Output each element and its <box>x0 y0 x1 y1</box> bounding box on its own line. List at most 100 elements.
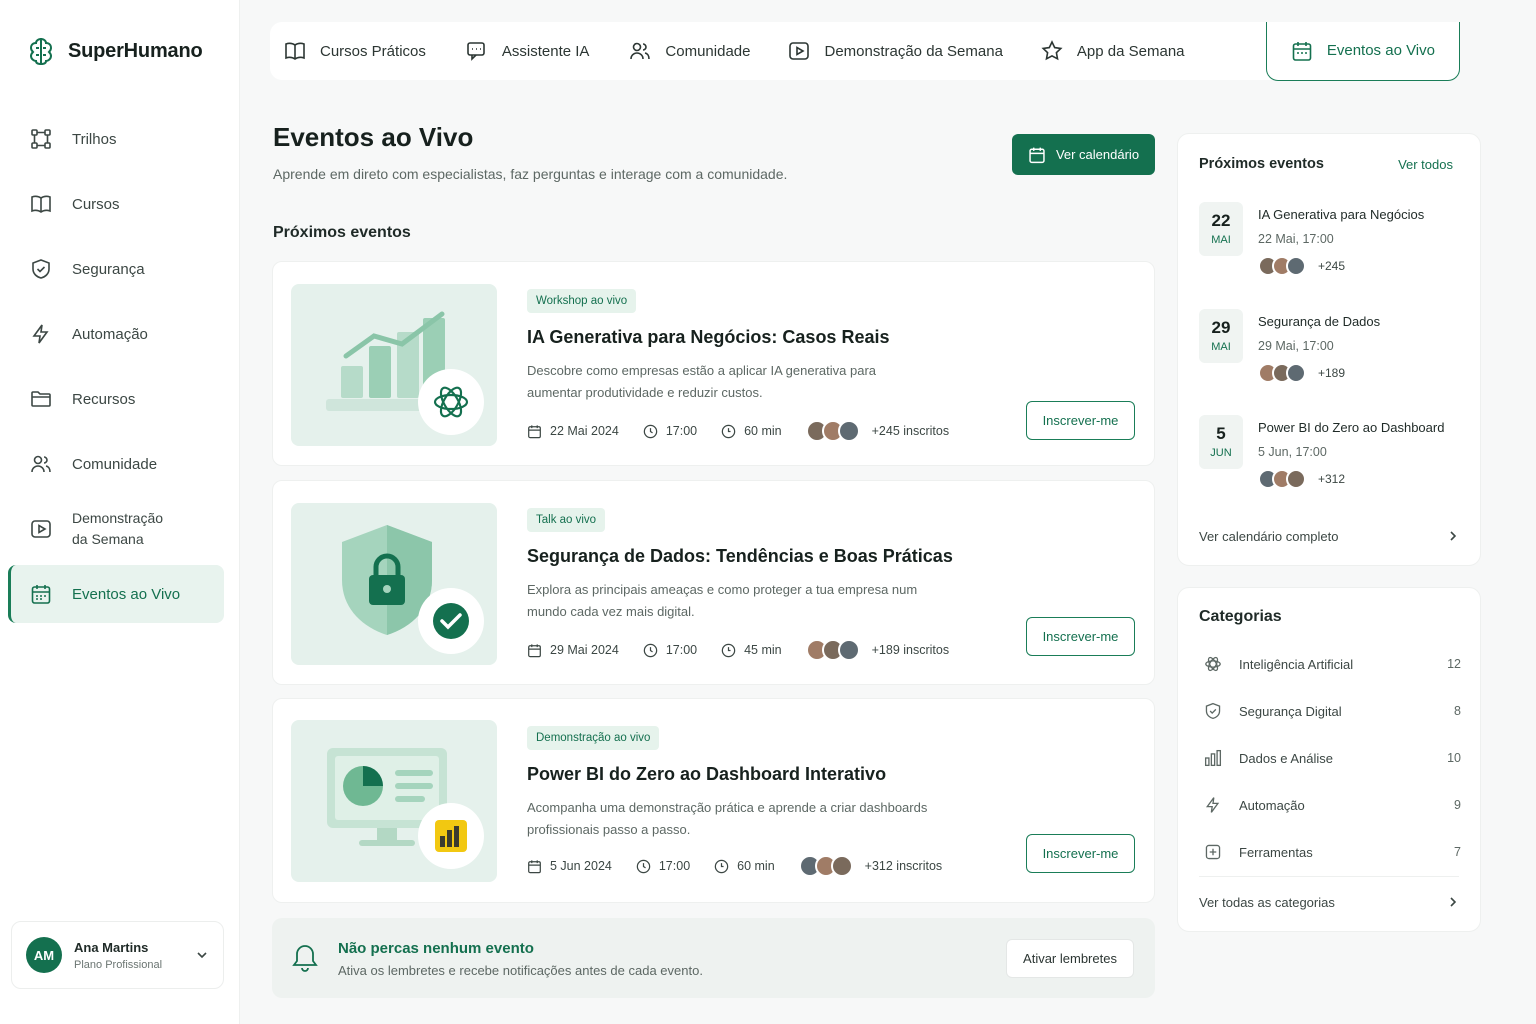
panel-title: Categorias <box>1199 608 1282 625</box>
event-time-text: 17:00 <box>665 643 698 657</box>
brand-logo[interactable]: SuperHumano <box>26 36 203 66</box>
bell-icon <box>292 943 318 973</box>
category-count: 7 <box>1454 845 1461 859</box>
sidebar-item-seguranca[interactable]: Segurança <box>8 240 224 298</box>
event-duration-text: 60 min <box>737 859 775 873</box>
category-item[interactable]: Inteligência Artificial 12 <box>1199 652 1461 676</box>
sidebar-item-demonstracao[interactable]: Demonstração da Semana <box>8 500 224 558</box>
category-name: Segurança Digital <box>1239 703 1342 719</box>
sidebar: SuperHumano Trilhos Cursos Segurança Aut… <box>0 0 240 1024</box>
bolt-icon <box>1199 796 1227 814</box>
attendee-avatars <box>1258 363 1306 383</box>
avatar <box>837 639 860 661</box>
category-item[interactable]: Dados e Análise 10 <box>1199 746 1461 770</box>
attendee-count: +245 <box>1318 259 1346 273</box>
category-item[interactable]: Segurança Digital 8 <box>1199 699 1461 723</box>
event-attendees: +189 inscritos <box>871 643 950 657</box>
view-all-link[interactable]: Ver todos <box>1398 157 1453 172</box>
event-date-text: 22 Mai 2024 <box>550 424 619 438</box>
sidebar-item-label: Automação <box>72 325 148 343</box>
event-duration-text: 45 min <box>744 643 782 657</box>
user-menu[interactable]: AM Ana Martins Plano Profissional <box>11 921 224 989</box>
date-month: MAI <box>1211 341 1231 353</box>
calendar-icon <box>1291 40 1313 62</box>
chevron-right-icon <box>1447 896 1459 908</box>
event-duration: 45 min <box>721 643 782 658</box>
upcoming-event-datetime: 5 Jun, 17:00 <box>1258 445 1327 459</box>
event-title[interactable]: Power BI do Zero ao Dashboard Interativo <box>527 764 886 785</box>
category-item[interactable]: Automação 9 <box>1199 793 1461 817</box>
sidebar-item-trilhos[interactable]: Trilhos <box>8 110 224 168</box>
attendee-avatars <box>805 420 860 442</box>
calendar-icon <box>527 424 542 439</box>
event-card[interactable]: Workshop ao vivo IA Generativa para Negó… <box>272 261 1155 466</box>
sidebar-item-eventos[interactable]: Eventos ao Vivo <box>8 565 224 623</box>
category-count: 9 <box>1454 798 1461 812</box>
avatar <box>830 855 853 877</box>
date-badge: 5 JUN <box>1199 415 1243 469</box>
event-thumbnail <box>291 503 497 665</box>
upcoming-event-title: Segurança de Dados <box>1258 314 1381 329</box>
upcoming-event-datetime: 22 Mai, 17:00 <box>1258 232 1334 246</box>
view-calendar-label: Ver calendário <box>1055 147 1140 162</box>
sidebar-item-automacao[interactable]: Automação <box>8 305 224 363</box>
sidebar-item-cursos[interactable]: Cursos <box>8 175 224 233</box>
tab-comunidade[interactable]: Comunidade <box>615 22 764 80</box>
avatar <box>1286 469 1306 489</box>
category-item[interactable]: Ferramentas 7 <box>1199 840 1461 864</box>
full-calendar-link[interactable]: Ver calendário completo <box>1199 525 1459 547</box>
tab-label: Demonstração da Semana <box>824 42 1003 60</box>
chevron-down-icon[interactable] <box>195 948 209 962</box>
tab-assistente-ia[interactable]: Assistente IA <box>452 22 604 80</box>
full-calendar-label: Ver calendário completo <box>1199 528 1339 544</box>
event-date-text: 5 Jun 2024 <box>550 859 612 873</box>
tab-label: Cursos Práticos <box>320 42 426 60</box>
sidebar-item-label: Comunidade <box>72 455 158 473</box>
tab-cursos-praticos[interactable]: Cursos Práticos <box>270 22 440 80</box>
event-card[interactable]: Talk ao vivo Segurança de Dados: Tendênc… <box>272 480 1155 685</box>
event-title[interactable]: IA Generativa para Negócios: Casos Reais <box>527 327 889 348</box>
tab-eventos-ao-vivo[interactable]: Eventos ao Vivo <box>1265 21 1460 81</box>
avatar <box>1286 256 1306 276</box>
event-attendees: +312 inscritos <box>864 859 943 873</box>
event-time: 17:00 <box>643 643 697 658</box>
bar-chart-icon <box>1199 749 1227 767</box>
all-categories-link[interactable]: Ver todas as categorias <box>1199 891 1459 913</box>
event-title[interactable]: Segurança de Dados: Tendências e Boas Pr… <box>527 546 953 567</box>
calendar-icon <box>527 643 542 658</box>
event-description: Acompanha uma demonstração prática e apr… <box>527 800 928 837</box>
calendar-icon <box>527 859 542 874</box>
shield-icon <box>30 258 52 280</box>
attendee-avatars <box>1258 256 1306 276</box>
event-duration: 60 min <box>721 424 782 439</box>
calendar-icon <box>1028 146 1046 164</box>
event-date: 5 Jun 2024 <box>527 859 612 874</box>
tab-app-semana[interactable]: App da Semana <box>1027 22 1199 80</box>
subscribe-button[interactable]: Inscrever-me <box>1026 617 1135 656</box>
monitor-powerbi-icon <box>291 720 497 882</box>
attendee-avatars <box>798 855 853 877</box>
timer-icon <box>714 859 729 874</box>
event-date: 29 Mai 2024 <box>527 643 619 658</box>
bolt-icon <box>30 323 52 345</box>
chevron-right-icon <box>1447 530 1459 542</box>
sidebar-item-recursos[interactable]: Recursos <box>8 370 224 428</box>
event-meta: 22 Mai 2024 17:00 60 min +245 inscritos <box>527 420 949 442</box>
tab-demonstracao[interactable]: Demonstração da Semana <box>774 22 1016 80</box>
date-month: JUN <box>1210 447 1232 459</box>
chat-icon <box>466 40 488 62</box>
subscribe-button[interactable]: Inscrever-me <box>1026 401 1135 440</box>
users-icon <box>30 453 52 475</box>
subscribe-button[interactable]: Inscrever-me <box>1026 834 1135 873</box>
date-month: MAI <box>1211 234 1231 246</box>
enable-reminders-button[interactable]: Ativar lembretes <box>1006 939 1134 978</box>
view-calendar-button[interactable]: Ver calendário <box>1012 134 1155 175</box>
event-type-badge: Demonstração ao vivo <box>527 726 660 750</box>
clock-icon <box>643 424 658 439</box>
sidebar-item-comunidade[interactable]: Comunidade <box>8 435 224 493</box>
all-categories-label: Ver todas as categorias <box>1199 894 1335 910</box>
upcoming-event-datetime: 29 Mai, 17:00 <box>1258 339 1334 353</box>
clock-icon <box>643 643 658 658</box>
event-card[interactable]: Demonstração ao vivo Power BI do Zero ao… <box>272 698 1155 903</box>
upcoming-event-attendees: +245 <box>1258 256 1345 276</box>
